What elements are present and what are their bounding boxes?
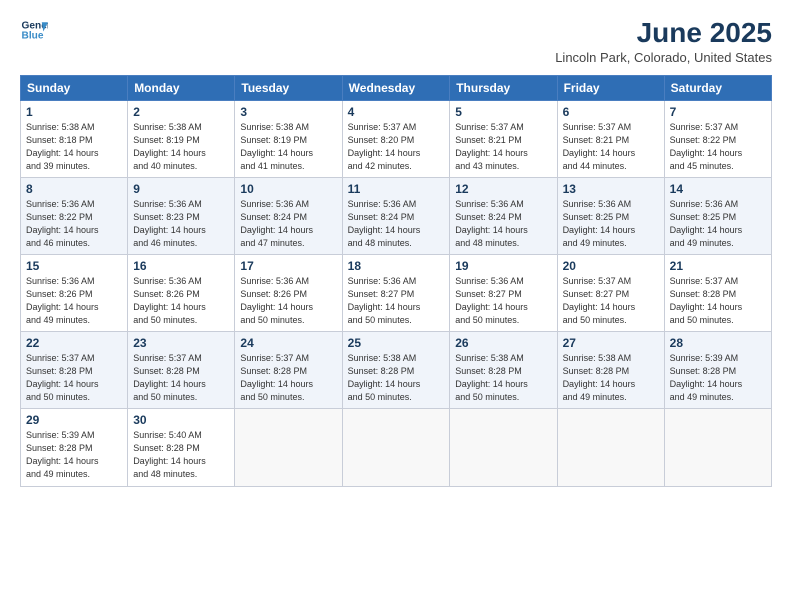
col-sunday: Sunday bbox=[21, 75, 128, 100]
table-row bbox=[450, 409, 557, 486]
table-row bbox=[557, 409, 664, 486]
svg-text:Blue: Blue bbox=[22, 31, 44, 42]
table-row: 2Sunrise: 5:38 AMSunset: 8:19 PMDaylight… bbox=[128, 100, 235, 177]
table-row: 20Sunrise: 5:37 AMSunset: 8:27 PMDayligh… bbox=[557, 254, 664, 331]
month-title: June 2025 bbox=[555, 16, 772, 50]
table-row: 5Sunrise: 5:37 AMSunset: 8:21 PMDaylight… bbox=[450, 100, 557, 177]
table-row: 11Sunrise: 5:36 AMSunset: 8:24 PMDayligh… bbox=[342, 177, 450, 254]
week-row-4: 22Sunrise: 5:37 AMSunset: 8:28 PMDayligh… bbox=[21, 332, 772, 409]
header: General Blue June 2025 Lincoln Park, Col… bbox=[20, 16, 772, 65]
table-row: 25Sunrise: 5:38 AMSunset: 8:28 PMDayligh… bbox=[342, 332, 450, 409]
table-row: 18Sunrise: 5:36 AMSunset: 8:27 PMDayligh… bbox=[342, 254, 450, 331]
week-row-2: 8Sunrise: 5:36 AMSunset: 8:22 PMDaylight… bbox=[21, 177, 772, 254]
logo-icon: General Blue bbox=[20, 16, 48, 44]
table-row: 19Sunrise: 5:36 AMSunset: 8:27 PMDayligh… bbox=[450, 254, 557, 331]
col-wednesday: Wednesday bbox=[342, 75, 450, 100]
table-row bbox=[342, 409, 450, 486]
week-row-5: 29Sunrise: 5:39 AMSunset: 8:28 PMDayligh… bbox=[21, 409, 772, 486]
table-row: 8Sunrise: 5:36 AMSunset: 8:22 PMDaylight… bbox=[21, 177, 128, 254]
table-row: 14Sunrise: 5:36 AMSunset: 8:25 PMDayligh… bbox=[664, 177, 771, 254]
table-row: 16Sunrise: 5:36 AMSunset: 8:26 PMDayligh… bbox=[128, 254, 235, 331]
table-row: 7Sunrise: 5:37 AMSunset: 8:22 PMDaylight… bbox=[664, 100, 771, 177]
col-thursday: Thursday bbox=[450, 75, 557, 100]
table-row: 21Sunrise: 5:37 AMSunset: 8:28 PMDayligh… bbox=[664, 254, 771, 331]
table-row: 10Sunrise: 5:36 AMSunset: 8:24 PMDayligh… bbox=[235, 177, 342, 254]
table-row: 24Sunrise: 5:37 AMSunset: 8:28 PMDayligh… bbox=[235, 332, 342, 409]
table-row: 17Sunrise: 5:36 AMSunset: 8:26 PMDayligh… bbox=[235, 254, 342, 331]
col-saturday: Saturday bbox=[664, 75, 771, 100]
table-row bbox=[664, 409, 771, 486]
table-row: 29Sunrise: 5:39 AMSunset: 8:28 PMDayligh… bbox=[21, 409, 128, 486]
table-row: 9Sunrise: 5:36 AMSunset: 8:23 PMDaylight… bbox=[128, 177, 235, 254]
title-block: June 2025 Lincoln Park, Colorado, United… bbox=[555, 16, 772, 65]
table-row: 15Sunrise: 5:36 AMSunset: 8:26 PMDayligh… bbox=[21, 254, 128, 331]
table-row: 13Sunrise: 5:36 AMSunset: 8:25 PMDayligh… bbox=[557, 177, 664, 254]
calendar: Sunday Monday Tuesday Wednesday Thursday… bbox=[20, 75, 772, 487]
table-row: 27Sunrise: 5:38 AMSunset: 8:28 PMDayligh… bbox=[557, 332, 664, 409]
table-row: 6Sunrise: 5:37 AMSunset: 8:21 PMDaylight… bbox=[557, 100, 664, 177]
week-row-1: 1Sunrise: 5:38 AMSunset: 8:18 PMDaylight… bbox=[21, 100, 772, 177]
calendar-header-row: Sunday Monday Tuesday Wednesday Thursday… bbox=[21, 75, 772, 100]
table-row: 23Sunrise: 5:37 AMSunset: 8:28 PMDayligh… bbox=[128, 332, 235, 409]
table-row: 3Sunrise: 5:38 AMSunset: 8:19 PMDaylight… bbox=[235, 100, 342, 177]
table-row: 28Sunrise: 5:39 AMSunset: 8:28 PMDayligh… bbox=[664, 332, 771, 409]
logo: General Blue bbox=[20, 16, 48, 44]
col-friday: Friday bbox=[557, 75, 664, 100]
table-row: 4Sunrise: 5:37 AMSunset: 8:20 PMDaylight… bbox=[342, 100, 450, 177]
table-row: 30Sunrise: 5:40 AMSunset: 8:28 PMDayligh… bbox=[128, 409, 235, 486]
col-tuesday: Tuesday bbox=[235, 75, 342, 100]
table-row: 26Sunrise: 5:38 AMSunset: 8:28 PMDayligh… bbox=[450, 332, 557, 409]
table-row: 1Sunrise: 5:38 AMSunset: 8:18 PMDaylight… bbox=[21, 100, 128, 177]
table-row bbox=[235, 409, 342, 486]
week-row-3: 15Sunrise: 5:36 AMSunset: 8:26 PMDayligh… bbox=[21, 254, 772, 331]
table-row: 22Sunrise: 5:37 AMSunset: 8:28 PMDayligh… bbox=[21, 332, 128, 409]
page: General Blue June 2025 Lincoln Park, Col… bbox=[0, 0, 792, 612]
table-row: 12Sunrise: 5:36 AMSunset: 8:24 PMDayligh… bbox=[450, 177, 557, 254]
col-monday: Monday bbox=[128, 75, 235, 100]
location: Lincoln Park, Colorado, United States bbox=[555, 50, 772, 65]
